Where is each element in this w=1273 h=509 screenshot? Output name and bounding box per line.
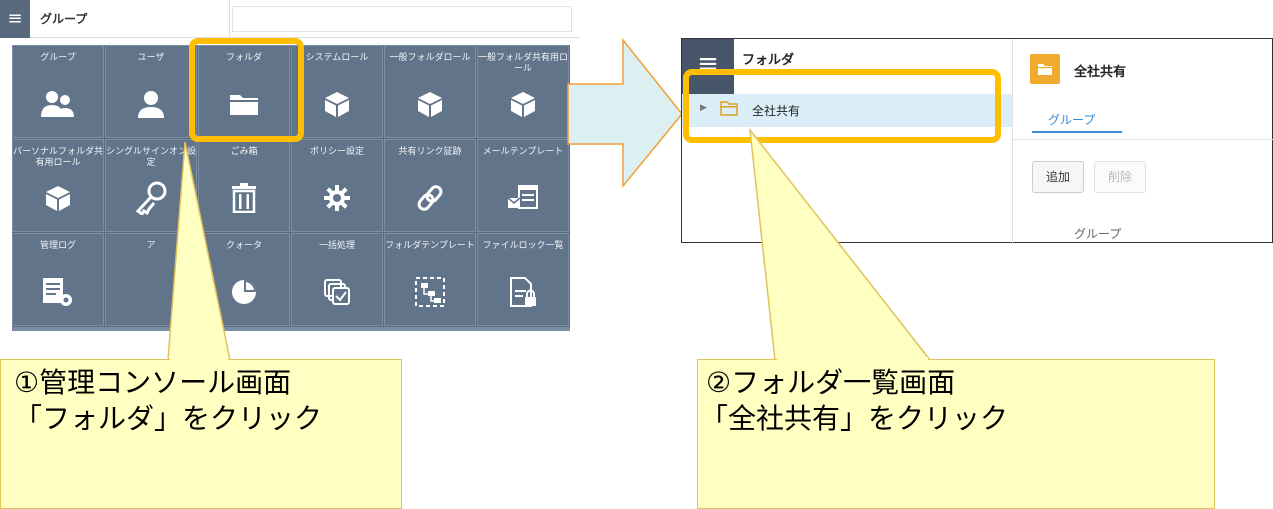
callout-step2-line2: 「全社共有」をクリック xyxy=(700,402,1009,435)
callout-step2-line1: ②フォルダ一覧画面 xyxy=(706,366,956,399)
callout2-pointer-cover xyxy=(777,357,928,363)
